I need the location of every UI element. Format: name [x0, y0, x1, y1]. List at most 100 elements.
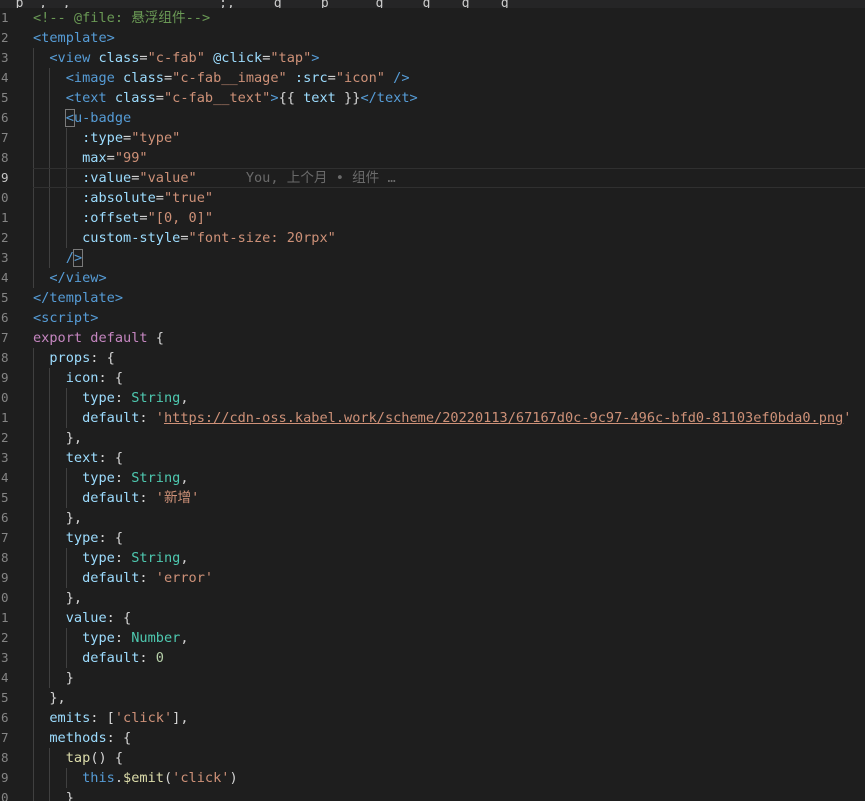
- code-line[interactable]: 0 type: String,: [0, 388, 865, 408]
- code-token: ): [229, 770, 238, 786]
- code-line[interactable]: 1 :offset="[0, 0]": [0, 208, 865, 228]
- code-token: :type: [82, 130, 124, 146]
- code-line[interactable]: 1 <!-- @file: 悬浮组件-->: [0, 8, 865, 28]
- code-line[interactable]: 3 <view class="c-fab" @click="tap">: [0, 48, 865, 68]
- code-line[interactable]: 4 type: String,: [0, 468, 865, 488]
- code-token: <script>: [33, 310, 99, 326]
- code-line[interactable]: 4 }: [0, 668, 865, 688]
- code-line[interactable]: 5 <text class="c-fab__text">{{ text }}</…: [0, 88, 865, 108]
- code-line[interactable]: 3 default: 0: [0, 648, 865, 668]
- code-line[interactable]: 3 text: {: [0, 448, 865, 468]
- code-line[interactable]: 0 },: [0, 588, 865, 608]
- line-number: 1: [1, 10, 9, 25]
- code-text: type: String,: [33, 468, 188, 488]
- line-number: 9: [1, 570, 9, 585]
- code-line[interactable]: 7 :type="type": [0, 128, 865, 148]
- code-text: max="99": [33, 148, 148, 168]
- code-line[interactable]: 9 default: 'error': [0, 568, 865, 588]
- code-token: String: [131, 470, 181, 486]
- code-token: :: [114, 630, 132, 646]
- code-text: tap() {: [33, 748, 123, 768]
- code-token: "font-size: 20rpx": [188, 230, 336, 246]
- code-line[interactable]: 2 type: Number,: [0, 628, 865, 648]
- code-line[interactable]: 6 emits: ['click'],: [0, 708, 865, 728]
- code-line[interactable]: 4 <image class="c-fab__image" :src="icon…: [0, 68, 865, 88]
- code-line[interactable]: 6 },: [0, 508, 865, 528]
- code-line[interactable]: 0 :absolute="true": [0, 188, 865, 208]
- code-text: type: String,: [33, 388, 188, 408]
- line-number: 3: [1, 250, 9, 265]
- code-line[interactable]: 9 this.$emit('click'): [0, 768, 865, 788]
- code-text: <text class="c-fab__text">{{ text }}</te…: [33, 88, 418, 108]
- code-token: : [: [90, 710, 115, 726]
- code-line[interactable]: 5 default: '新增': [0, 488, 865, 508]
- code-line[interactable]: 5 </template>: [0, 288, 865, 308]
- code-token: "value": [139, 170, 197, 186]
- code-token: custom-style: [82, 230, 181, 246]
- code-token: @click: [213, 50, 263, 66]
- code-line[interactable]: 6 <script>: [0, 308, 865, 328]
- code-token: String: [131, 390, 181, 406]
- code-token: .: [114, 770, 124, 786]
- code-token: type: [82, 550, 115, 566]
- line-number: 8: [1, 350, 9, 365]
- line-number: 6: [1, 710, 9, 725]
- code-editor[interactable]: p , , ;, g p g g g g 1 <!-- @file: 悬浮组件--…: [0, 0, 865, 801]
- code-token: </text>: [360, 90, 418, 106]
- code-line[interactable]: 3 />: [0, 248, 865, 268]
- code-line[interactable]: 6 <u-badge: [0, 108, 865, 128]
- code-line[interactable]: 9 :value="value" You, 上个月 • 组件 …: [0, 168, 865, 188]
- code-text: :offset="[0, 0]": [33, 208, 213, 228]
- code-line[interactable]: 8 max="99": [0, 148, 865, 168]
- code-token: String: [131, 550, 181, 566]
- code-line[interactable]: 7 export default {: [0, 328, 865, 348]
- code-token: u-badge: [73, 110, 132, 126]
- code-token: this: [82, 770, 115, 786]
- code-line[interactable]: 8 type: String,: [0, 548, 865, 568]
- code-line[interactable]: 1 default: 'https://cdn-oss.kabel.work/s…: [0, 408, 865, 428]
- code-line[interactable]: 7 type: {: [0, 528, 865, 548]
- code-line[interactable]: 2 },: [0, 428, 865, 448]
- code-lines: 1 <!-- @file: 悬浮组件--> 2 <template> 3 <view c…: [0, 8, 865, 801]
- code-text: },: [33, 508, 82, 528]
- line-number: 6: [1, 510, 9, 525]
- code-token: : {: [98, 370, 124, 386]
- url-link[interactable]: https://cdn-oss.kabel.work/scheme/202201…: [164, 410, 843, 426]
- code-line[interactable]: 4 </view>: [0, 268, 865, 288]
- code-token: :: [139, 410, 156, 426]
- code-line[interactable]: 8 tap() {: [0, 748, 865, 768]
- code-token: type: [65, 530, 99, 546]
- code-line[interactable]: 1 value: {: [0, 608, 865, 628]
- code-line[interactable]: 0 }: [0, 788, 865, 801]
- code-line[interactable]: 2 <template>: [0, 28, 865, 48]
- code-token: :: [114, 390, 132, 406]
- code-token: },: [33, 510, 83, 526]
- code-line[interactable]: 7 methods: {: [0, 728, 865, 748]
- code-token: {{: [278, 90, 304, 106]
- code-token: (: [163, 770, 173, 786]
- code-token: : {: [98, 450, 124, 466]
- code-line[interactable]: 2 custom-style="font-size: 20rpx": [0, 228, 865, 248]
- code-line[interactable]: 5 },: [0, 688, 865, 708]
- code-text: }: [33, 668, 74, 688]
- code-token: default: [82, 490, 140, 506]
- code-line[interactable]: 8 props: {: [0, 348, 865, 368]
- code-token: =: [106, 150, 115, 166]
- code-line[interactable]: 9 icon: {: [0, 368, 865, 388]
- code-token: :: [114, 470, 132, 486]
- line-number: 9: [1, 370, 9, 385]
